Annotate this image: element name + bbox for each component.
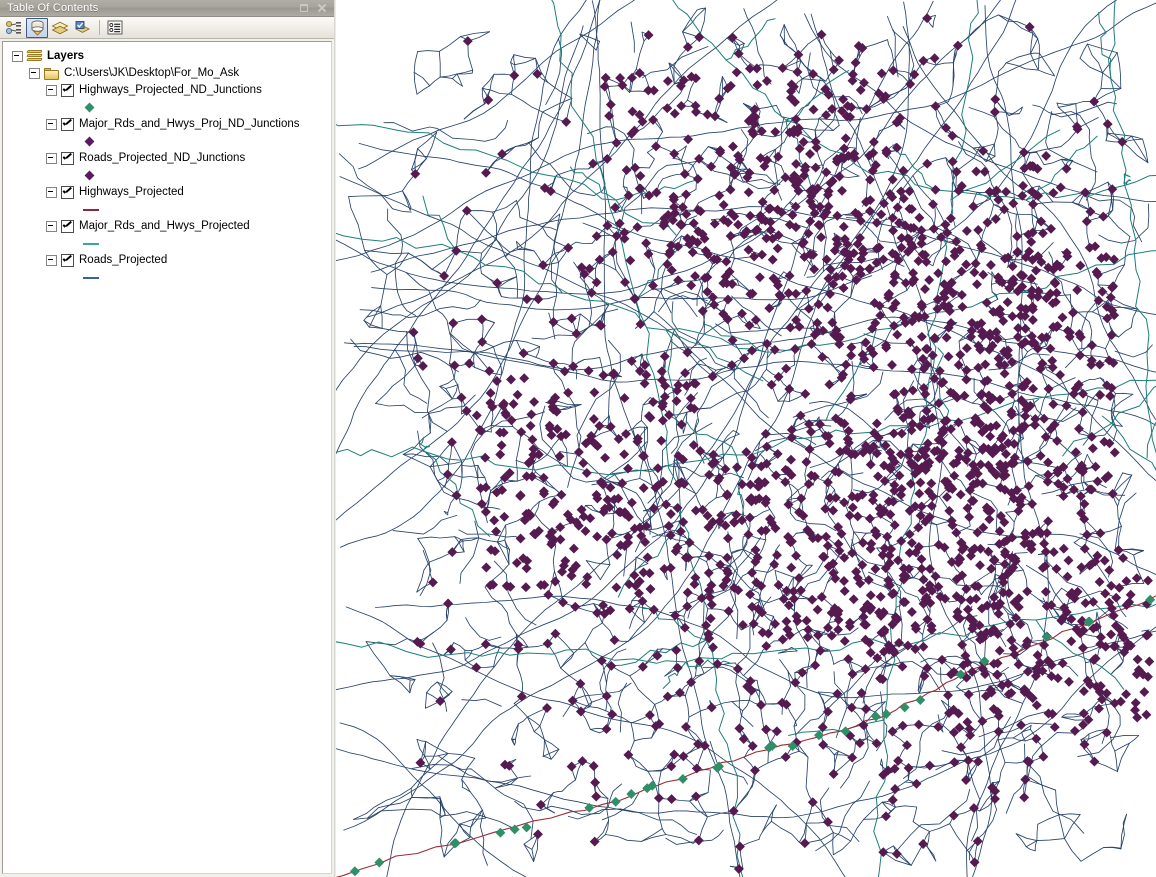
legend-symbol-row-4	[3, 235, 331, 252]
close-button[interactable]	[315, 2, 328, 15]
toc-title-bar: Table Of Contents	[0, 0, 334, 17]
layer-highways-projected-nd-junctions[interactable]: Highways_Projected_ND_Junctions	[3, 82, 331, 99]
line-symbol-5	[83, 276, 99, 279]
layer-label-3: Highways_Projected	[79, 186, 184, 198]
layer-major-rds-and-hwys-projected[interactable]: Major_Rds_and_Hwys_Projected	[3, 218, 331, 235]
point-symbol-1	[84, 136, 95, 147]
toolbar-separator	[99, 20, 100, 35]
layer-major-rds-and-hwys-proj-nd-junctions[interactable]: Major_Rds_and_Hwys_Proj_ND_Junctions	[3, 116, 331, 133]
options-list-icon	[107, 20, 123, 35]
legend-symbol-row-1	[3, 133, 331, 150]
line-symbol-3	[83, 208, 99, 211]
expander-layer-2[interactable]	[46, 153, 57, 164]
checkbox-layer-2[interactable]	[61, 152, 74, 165]
legend-symbol-row-5	[3, 269, 331, 286]
layer-highways-projected[interactable]: Highways_Projected	[3, 184, 331, 201]
expander-layers[interactable]	[12, 51, 23, 62]
close-icon	[317, 3, 327, 13]
map-canvas[interactable]	[336, 0, 1156, 877]
restore-icon	[299, 4, 308, 12]
checkbox-layer-0[interactable]	[61, 84, 74, 97]
map-background	[336, 0, 1156, 877]
legend-symbol-row-3	[3, 201, 331, 218]
layer-label-2: Roads_Projected_ND_Junctions	[79, 152, 246, 164]
checkbox-layer-3[interactable]	[61, 186, 74, 199]
expander-layer-3[interactable]	[46, 187, 57, 198]
tree-node-data-source-label: C:\Users\JK\Desktop\For_Mo_Ask	[64, 67, 240, 79]
layer-label-4: Major_Rds_and_Hwys_Projected	[79, 220, 250, 232]
point-symbol-0	[84, 102, 95, 113]
list-by-source-button[interactable]	[26, 17, 48, 38]
restore-button[interactable]	[297, 2, 310, 15]
layer-roads-projected[interactable]: Roads_Projected	[3, 252, 331, 269]
line-symbol-4	[83, 242, 99, 245]
expander-layer-5[interactable]	[46, 255, 57, 266]
checkbox-layer-4[interactable]	[61, 220, 74, 233]
drawing-order-icon	[6, 20, 21, 34]
road-network-map	[336, 0, 1156, 877]
list-by-visibility-button[interactable]	[49, 18, 71, 38]
tree-node-layers[interactable]: Layers	[3, 48, 331, 65]
checkbox-layer-1[interactable]	[61, 118, 74, 131]
checkbox-layer-5[interactable]	[61, 254, 74, 267]
expander-layer-0[interactable]	[46, 85, 57, 96]
folder-icon	[44, 67, 59, 80]
selection-icon	[75, 20, 90, 33]
tree-node-layers-label: Layers	[47, 50, 85, 62]
tree-node-data-source[interactable]: C:\Users\JK\Desktop\For_Mo_Ask	[3, 65, 331, 82]
options-button[interactable]	[104, 18, 126, 38]
toc-tree-container[interactable]: Layers C:\Users\JK\Desktop\For_Mo_Ask Hi…	[2, 41, 332, 874]
visibility-icon	[51, 21, 69, 34]
layer-label-1: Major_Rds_and_Hwys_Proj_ND_Junctions	[79, 118, 300, 130]
layers-stack-icon	[26, 50, 43, 63]
expander-layer-4[interactable]	[46, 221, 57, 232]
toc-toolbar	[0, 17, 334, 39]
layer-label-0: Highways_Projected_ND_Junctions	[79, 84, 262, 96]
legend-symbol-row-2	[3, 167, 331, 184]
layer-label-5: Roads_Projected	[79, 254, 168, 266]
layer-tree: Layers C:\Users\JK\Desktop\For_Mo_Ask Hi…	[3, 42, 331, 286]
expander-data-source[interactable]	[29, 68, 40, 79]
point-symbol-2	[84, 170, 95, 181]
source-icon	[30, 20, 44, 36]
table-of-contents-panel: Table Of Contents Layers C:\Users\JK\Des…	[0, 0, 334, 877]
expander-layer-1[interactable]	[46, 119, 57, 130]
list-by-drawing-order-button[interactable]	[3, 18, 25, 38]
toc-title: Table Of Contents	[7, 2, 99, 14]
list-by-selection-button[interactable]	[72, 18, 94, 38]
title-bar-button-group	[297, 2, 332, 15]
layer-roads-projected-nd-junctions[interactable]: Roads_Projected_ND_Junctions	[3, 150, 331, 167]
legend-symbol-row-0	[3, 99, 331, 116]
